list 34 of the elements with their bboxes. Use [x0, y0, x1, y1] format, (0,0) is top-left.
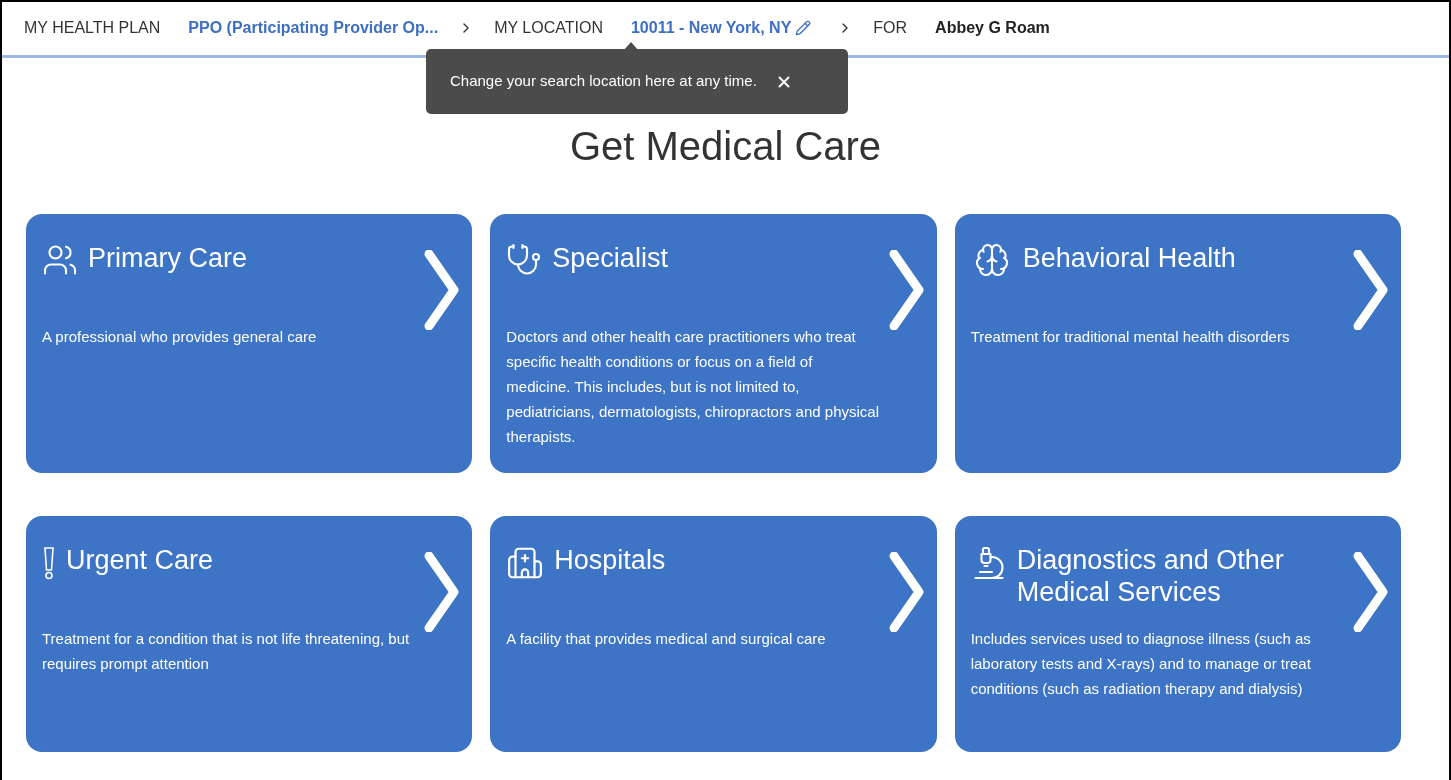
card-title: Specialist	[552, 242, 668, 274]
care-card[interactable]: Urgent Care Treatment for a condition that is not life threatening, but requires prompt attention	[26, 516, 473, 752]
plan-label: MY HEALTH PLAN	[24, 17, 161, 38]
card-description: Includes services used to diagnose illness (such as laboratory tests and X-rays) and to manage or treat conditions (such as radiation therapy and dialysis)	[970, 629, 1312, 699]
card-description: Doctors and other health care practitioners who treat specific health conditions or focus on a field of medicine. This includes, but is not limited to, pediatricians, dermatologists, chiropractors and physical therapists.	[506, 327, 880, 447]
care-card[interactable]: Primary Care A professional who provides general care	[26, 214, 473, 473]
card-title: Hospitals	[554, 544, 666, 576]
care-card[interactable]: Behavioral Health Treatment for traditional mental health disorders	[954, 214, 1401, 473]
member-name: Abbey G Roam	[935, 17, 1050, 38]
care-card[interactable]	[490, 214, 937, 473]
chevron-icon	[424, 552, 461, 632]
plan-link[interactable]: PPO (Participating Provider Op...	[188, 15, 439, 40]
page-title: Get Medical Care	[568, 123, 883, 170]
location-label: MY LOCATION	[494, 17, 603, 38]
card-description: Treatment for a condition that is not life threatening, but requires prompt attention	[42, 629, 411, 674]
edit-icon[interactable]	[795, 19, 812, 36]
chevron-icon	[888, 250, 925, 330]
tooltip-text: Change your search location here at any time.	[450, 71, 757, 92]
card-description: Treatment for traditional mental health disorders	[970, 327, 1291, 347]
card-description: A facility that provides medical and surgical care	[506, 629, 827, 649]
for-label: FOR	[873, 17, 908, 38]
exclamation-icon	[42, 546, 56, 580]
care-card[interactable]: Hospitals A facility that provides medical and surgical care	[490, 516, 937, 752]
care-card[interactable]: Diagnostics and Other Medical Services Includes services used to diagnose illness (such as laboratory tests and X-rays) and to manage or treat conditions (such as radiation therapy and dialysis)	[954, 516, 1401, 752]
chevron-icon	[1353, 552, 1389, 632]
card-title: Behavioral Health	[1022, 242, 1236, 274]
card-title: Urgent Care	[66, 544, 214, 576]
card-title: Primary Care	[88, 242, 248, 274]
chevron-icon	[1353, 250, 1389, 330]
chevron-icon	[888, 552, 925, 632]
chevron-icon	[424, 250, 461, 330]
card-title: Diagnostics and Other Medical Services	[1016, 544, 1285, 608]
location-link[interactable]: 10011 - New York, NY	[630, 15, 792, 40]
card-description: A professional who provides general care	[42, 327, 318, 347]
